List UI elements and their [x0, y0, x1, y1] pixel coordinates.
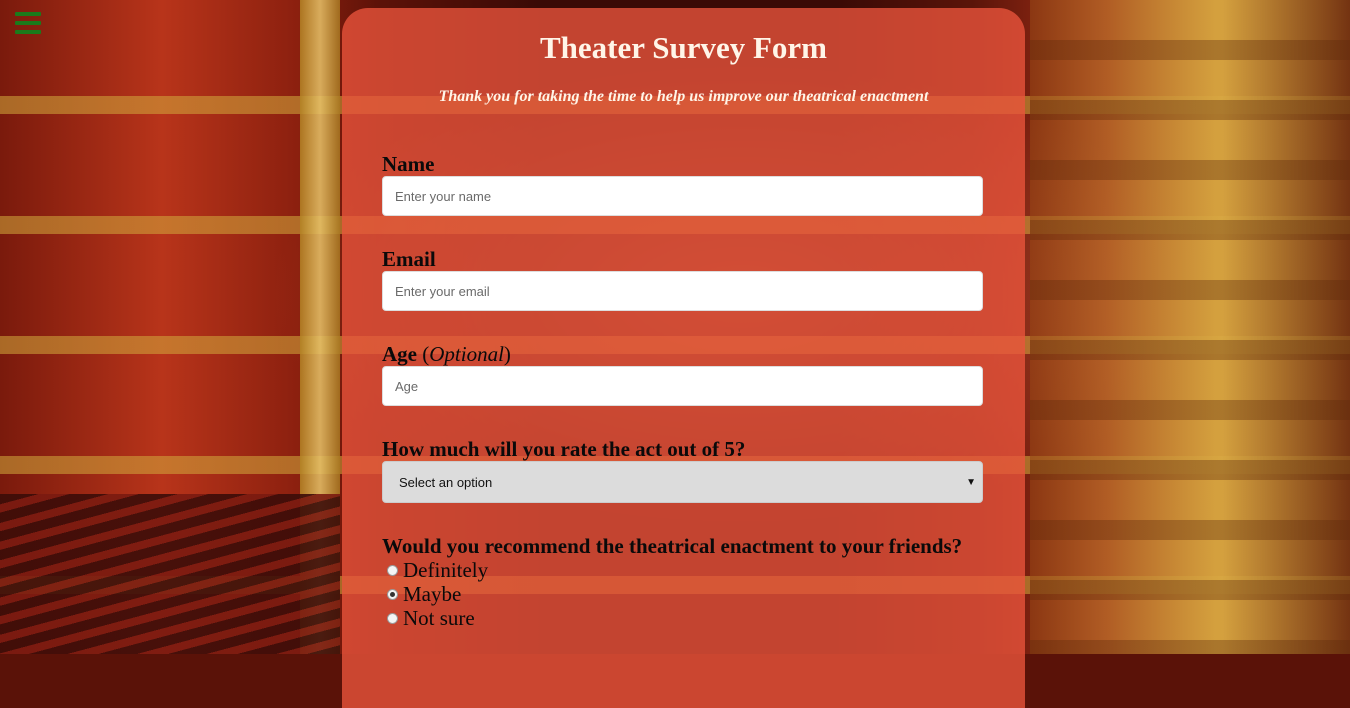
recommend-option-maybe[interactable]: Maybe: [382, 582, 962, 606]
radio-label: Maybe: [403, 581, 462, 606]
email-label: Email: [382, 247, 436, 271]
age-optional-note: (Optional): [422, 342, 511, 366]
radio-label: Definitely: [403, 557, 489, 582]
rating-field-group: How much will you rate the act out of 5?…: [382, 437, 983, 503]
radio-button-selected[interactable]: [387, 588, 398, 600]
age-label-text: Age: [382, 342, 417, 366]
name-input[interactable]: [382, 176, 983, 216]
recommend-label: Would you recommend the theatrical enact…: [382, 534, 963, 558]
dropdown-caret-icon: ▼: [966, 476, 976, 488]
form-subtitle: Thank you for taking the time to help us…: [438, 88, 929, 105]
radio-button[interactable]: [387, 612, 398, 624]
recommend-option-definitely[interactable]: Definitely: [382, 558, 962, 582]
age-optional-text: Optional: [429, 342, 504, 366]
email-field-group: Email: [382, 247, 983, 311]
age-input[interactable]: [382, 366, 983, 406]
hamburger-menu-icon[interactable]: [15, 12, 41, 34]
name-field-group: Name: [382, 152, 983, 216]
recommend-field-group: Would you recommend the theatrical enact…: [382, 534, 962, 630]
rating-select[interactable]: Select an option ▼: [382, 461, 983, 503]
rating-label: How much will you rate the act out of 5?: [382, 437, 746, 461]
background-gold-balconies: [1030, 0, 1350, 654]
email-input[interactable]: [382, 271, 983, 311]
rating-select-value: Select an option: [399, 474, 493, 490]
recommend-option-not-sure[interactable]: Not sure: [382, 606, 962, 630]
radio-label: Not sure: [403, 605, 475, 630]
page-title: Theater Survey Form: [540, 30, 827, 65]
age-label: Age (Optional): [382, 342, 983, 366]
survey-form-panel: Theater Survey Form Thank you for taking…: [342, 8, 1025, 708]
background-audience-seats: [0, 494, 340, 654]
name-label: Name: [382, 152, 435, 176]
age-field-group: Age (Optional): [382, 342, 983, 406]
radio-button[interactable]: [387, 564, 398, 576]
